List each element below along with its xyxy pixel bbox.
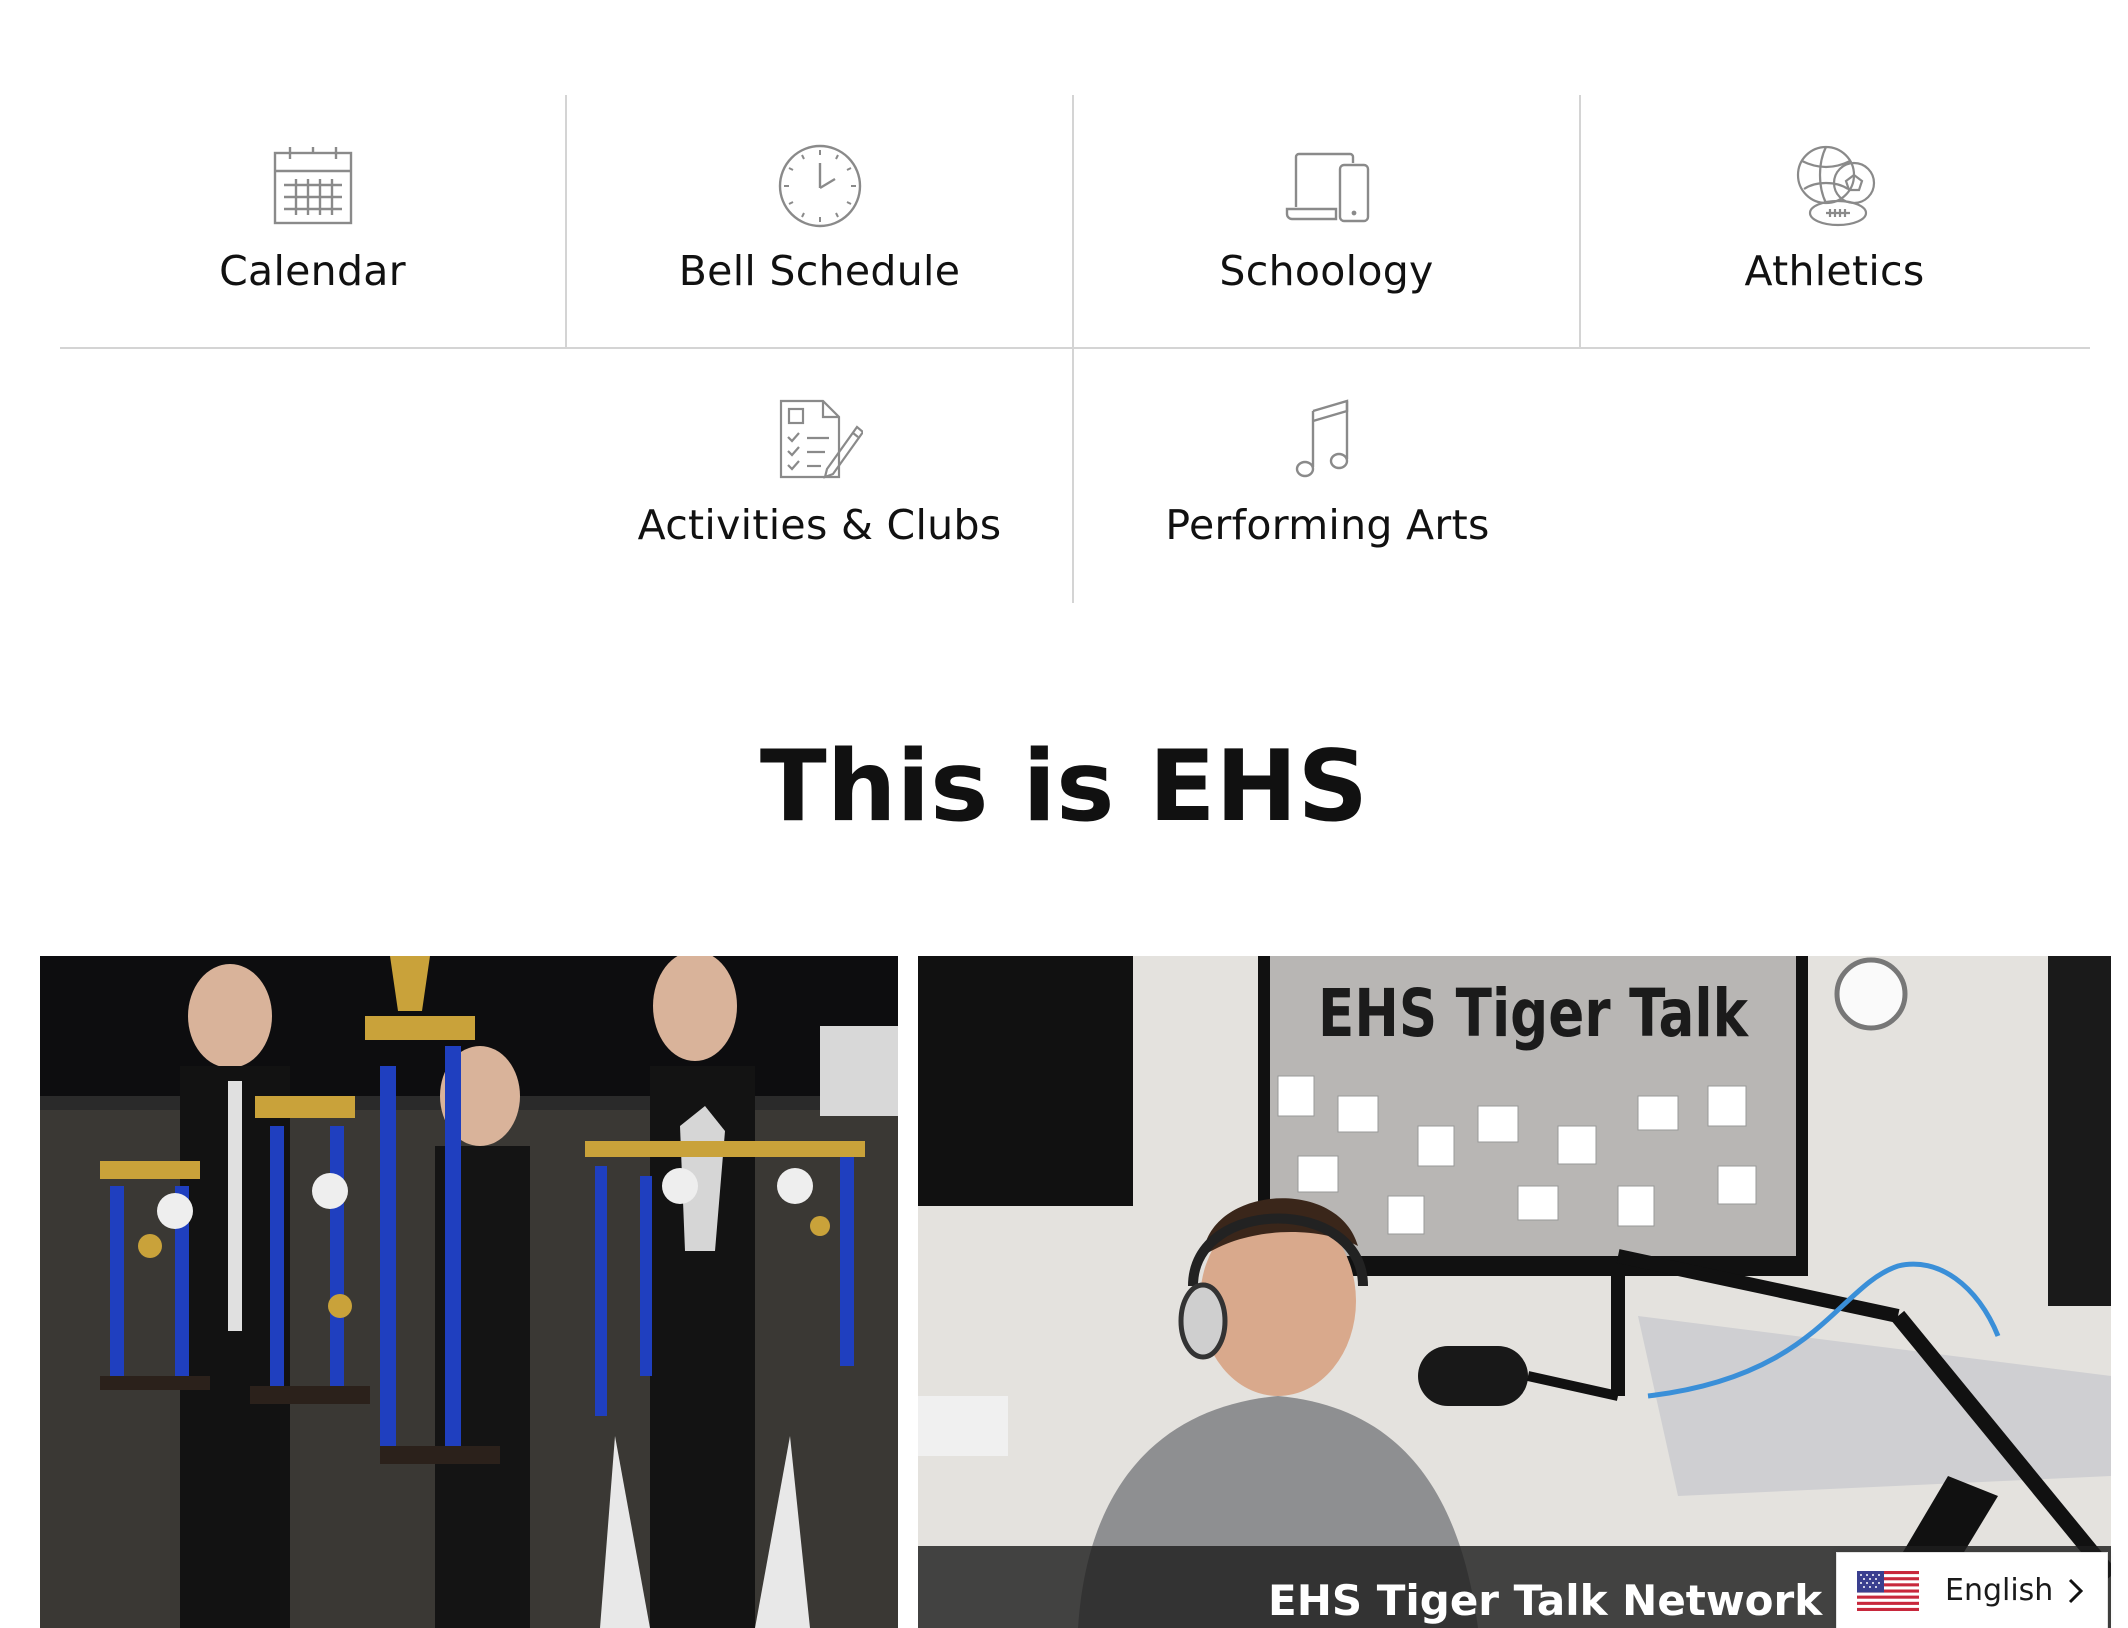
quick-links-grid: Calendar Bell Schedule Schoology Athleti… (60, 95, 2090, 603)
page: Calendar Bell Schedule Schoology Athleti… (0, 0, 2128, 1628)
us-flag-icon (1857, 1570, 1919, 1611)
quick-link-label: Activities & Clubs (637, 501, 1002, 549)
calendar-icon (270, 143, 356, 229)
devices-icon (1284, 143, 1370, 229)
quick-link-activities-clubs[interactable]: Activities & Clubs (567, 349, 1074, 603)
quick-link-calendar[interactable]: Calendar (60, 95, 567, 349)
quick-links-row-2: Activities & Clubs Performing Arts (60, 349, 2090, 603)
photo-card-caption-text: EHS Tiger Talk Network (1268, 1576, 1823, 1625)
section-title: This is EHS (759, 730, 1369, 844)
clock-icon (777, 143, 863, 229)
quick-link-label: Performing Arts (1165, 501, 1490, 549)
chevron-right-icon (2068, 1578, 2084, 1604)
photo-card-marching-band[interactable] (40, 956, 898, 1628)
quick-link-label: Athletics (1744, 247, 1925, 295)
bulletin-board-text: EHS Tiger Talk (1318, 975, 1750, 1052)
quick-link-athletics[interactable]: Athletics (1581, 95, 2088, 349)
quick-link-schoology[interactable]: Schoology (1074, 95, 1581, 349)
music-note-icon (1285, 397, 1371, 483)
quick-link-performing-arts[interactable]: Performing Arts (1074, 349, 1581, 603)
quick-link-label: Schoology (1219, 247, 1434, 295)
language-selector[interactable]: English (1836, 1552, 2108, 1628)
marching-band-trophies-photo (40, 956, 898, 1628)
sports-balls-icon (1792, 143, 1878, 229)
checklist-pencil-icon (777, 397, 863, 483)
language-label: English (1945, 1573, 2054, 1608)
quick-link-bell-schedule[interactable]: Bell Schedule (567, 95, 1074, 349)
quick-link-label: Bell Schedule (678, 247, 961, 295)
quick-link-label: Calendar (219, 247, 406, 295)
quick-links-row-1: Calendar Bell Schedule Schoology Athleti… (60, 95, 2090, 349)
photo-card-tiger-talk[interactable]: EHS Tiger Talk EHS Tiger Talk Network (918, 956, 2111, 1628)
tiger-talk-podcast-studio-photo: EHS Tiger Talk (918, 956, 2111, 1628)
